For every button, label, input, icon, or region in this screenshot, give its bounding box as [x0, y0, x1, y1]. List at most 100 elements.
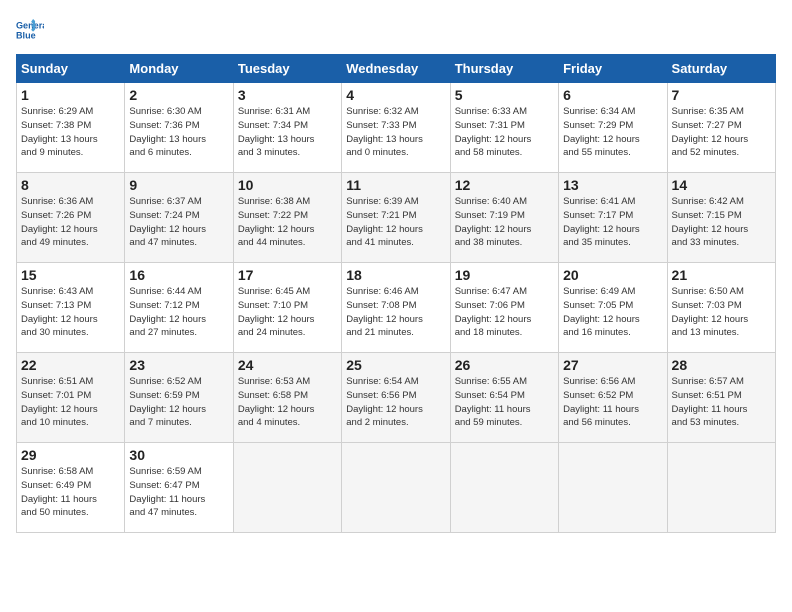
calendar-cell: 15 Sunrise: 6:43 AM Sunset: 7:13 PM Dayli…	[17, 263, 125, 353]
day-info: Sunrise: 6:39 AM Sunset: 7:21 PM Dayligh…	[346, 195, 445, 250]
day-info: Sunrise: 6:51 AM Sunset: 7:01 PM Dayligh…	[21, 375, 120, 430]
day-number: 17	[238, 267, 337, 283]
day-info: Sunrise: 6:46 AM Sunset: 7:08 PM Dayligh…	[346, 285, 445, 340]
calendar-week-5: 29 Sunrise: 6:58 AM Sunset: 6:49 PM Dayli…	[17, 443, 776, 533]
calendar-week-2: 8Sunrise: 6:36 AM Sunset: 7:26 PM Daylig…	[17, 173, 776, 263]
calendar-cell: 22Sunrise: 6:51 AM Sunset: 7:01 PM Dayli…	[17, 353, 125, 443]
calendar-cell: 19Sunrise: 6:47 AM Sunset: 7:06 PM Dayli…	[450, 263, 558, 353]
days-header-row: SundayMondayTuesdayWednesdayThursdayFrid…	[17, 55, 776, 83]
calendar-cell: 8Sunrise: 6:36 AM Sunset: 7:26 PM Daylig…	[17, 173, 125, 263]
calendar-cell	[233, 443, 341, 533]
day-info: Sunrise: 6:35 AM Sunset: 7:27 PM Dayligh…	[672, 105, 771, 160]
day-info: Sunrise: 6:37 AM Sunset: 7:24 PM Dayligh…	[129, 195, 228, 250]
calendar-cell: 11 Sunrise: 6:39 AM Sunset: 7:21 PM Dayli…	[342, 173, 450, 263]
day-info: Sunrise: 6:29 AM Sunset: 7:38 PM Dayligh…	[21, 105, 120, 160]
day-number: 8	[21, 177, 120, 193]
calendar-cell	[450, 443, 558, 533]
day-number: 25	[346, 357, 445, 373]
day-number: 30	[129, 447, 228, 463]
day-info: Sunrise: 6:43 AM Sunset: 7:13 PM Dayligh…	[21, 285, 120, 340]
day-number: 6	[563, 87, 662, 103]
day-number: 2	[129, 87, 228, 103]
calendar-cell	[559, 443, 667, 533]
day-number: 18	[346, 267, 445, 283]
calendar-cell: 6 Sunrise: 6:34 AM Sunset: 7:29 PM Daylig…	[559, 83, 667, 173]
day-number: 11	[346, 177, 445, 193]
day-info: Sunrise: 6:31 AM Sunset: 7:34 PM Dayligh…	[238, 105, 337, 160]
calendar-cell: 10Sunrise: 6:38 AM Sunset: 7:22 PM Dayli…	[233, 173, 341, 263]
day-info: Sunrise: 6:57 AM Sunset: 6:51 PM Dayligh…	[672, 375, 771, 430]
day-number: 20	[563, 267, 662, 283]
day-number: 19	[455, 267, 554, 283]
day-header-friday: Friday	[559, 55, 667, 83]
day-info: Sunrise: 6:40 AM Sunset: 7:19 PM Dayligh…	[455, 195, 554, 250]
day-header-sunday: Sunday	[17, 55, 125, 83]
calendar-week-4: 22Sunrise: 6:51 AM Sunset: 7:01 PM Dayli…	[17, 353, 776, 443]
calendar-cell: 12 Sunrise: 6:40 AM Sunset: 7:19 PM Dayli…	[450, 173, 558, 263]
day-info: Sunrise: 6:41 AM Sunset: 7:17 PM Dayligh…	[563, 195, 662, 250]
page-header: General Blue	[16, 16, 776, 44]
calendar-cell: 27 Sunrise: 6:56 AM Sunset: 6:52 PM Dayli…	[559, 353, 667, 443]
day-number: 27	[563, 357, 662, 373]
day-header-monday: Monday	[125, 55, 233, 83]
calendar-cell: 3 Sunrise: 6:31 AM Sunset: 7:34 PM Daylig…	[233, 83, 341, 173]
day-number: 26	[455, 357, 554, 373]
calendar-cell	[342, 443, 450, 533]
calendar-cell: 20 Sunrise: 6:49 AM Sunset: 7:05 PM Dayli…	[559, 263, 667, 353]
day-info: Sunrise: 6:53 AM Sunset: 6:58 PM Dayligh…	[238, 375, 337, 430]
calendar-cell: 13 Sunrise: 6:41 AM Sunset: 7:17 PM Dayli…	[559, 173, 667, 263]
day-header-tuesday: Tuesday	[233, 55, 341, 83]
day-number: 13	[563, 177, 662, 193]
calendar-table: SundayMondayTuesdayWednesdayThursdayFrid…	[16, 54, 776, 533]
day-info: Sunrise: 6:33 AM Sunset: 7:31 PM Dayligh…	[455, 105, 554, 160]
day-number: 12	[455, 177, 554, 193]
day-info: Sunrise: 6:34 AM Sunset: 7:29 PM Dayligh…	[563, 105, 662, 160]
calendar-cell: 17 Sunrise: 6:45 AM Sunset: 7:10 PM Dayli…	[233, 263, 341, 353]
calendar-cell: 7 Sunrise: 6:35 AM Sunset: 7:27 PM Daylig…	[667, 83, 775, 173]
calendar-cell: 25Sunrise: 6:54 AM Sunset: 6:56 PM Dayli…	[342, 353, 450, 443]
logo-icon: General Blue	[16, 16, 44, 44]
day-info: Sunrise: 6:32 AM Sunset: 7:33 PM Dayligh…	[346, 105, 445, 160]
calendar-cell: 14Sunrise: 6:42 AM Sunset: 7:15 PM Dayli…	[667, 173, 775, 263]
day-info: Sunrise: 6:49 AM Sunset: 7:05 PM Dayligh…	[563, 285, 662, 340]
day-info: Sunrise: 6:56 AM Sunset: 6:52 PM Dayligh…	[563, 375, 662, 430]
svg-text:Blue: Blue	[16, 30, 36, 40]
day-header-thursday: Thursday	[450, 55, 558, 83]
calendar-cell: 24 Sunrise: 6:53 AM Sunset: 6:58 PM Dayli…	[233, 353, 341, 443]
day-number: 15	[21, 267, 120, 283]
day-number: 1	[21, 87, 120, 103]
day-number: 4	[346, 87, 445, 103]
day-number: 7	[672, 87, 771, 103]
calendar-cell: 9 Sunrise: 6:37 AM Sunset: 7:24 PM Daylig…	[125, 173, 233, 263]
calendar-cell: 26 Sunrise: 6:55 AM Sunset: 6:54 PM Dayli…	[450, 353, 558, 443]
day-info: Sunrise: 6:42 AM Sunset: 7:15 PM Dayligh…	[672, 195, 771, 250]
day-info: Sunrise: 6:44 AM Sunset: 7:12 PM Dayligh…	[129, 285, 228, 340]
day-info: Sunrise: 6:30 AM Sunset: 7:36 PM Dayligh…	[129, 105, 228, 160]
day-number: 24	[238, 357, 337, 373]
day-number: 10	[238, 177, 337, 193]
day-info: Sunrise: 6:52 AM Sunset: 6:59 PM Dayligh…	[129, 375, 228, 430]
calendar-cell	[667, 443, 775, 533]
calendar-cell: 4 Sunrise: 6:32 AM Sunset: 7:33 PM Daylig…	[342, 83, 450, 173]
day-number: 28	[672, 357, 771, 373]
calendar-cell: 16Sunrise: 6:44 AM Sunset: 7:12 PM Dayli…	[125, 263, 233, 353]
calendar-cell: 30Sunrise: 6:59 AM Sunset: 6:47 PM Dayli…	[125, 443, 233, 533]
calendar-cell: 28 Sunrise: 6:57 AM Sunset: 6:51 PM Dayli…	[667, 353, 775, 443]
calendar-cell: 1 Sunrise: 6:29 AM Sunset: 7:38 PM Daylig…	[17, 83, 125, 173]
calendar-cell: 29 Sunrise: 6:58 AM Sunset: 6:49 PM Dayli…	[17, 443, 125, 533]
calendar-cell: 23Sunrise: 6:52 AM Sunset: 6:59 PM Dayli…	[125, 353, 233, 443]
calendar-cell: 5Sunrise: 6:33 AM Sunset: 7:31 PM Daylig…	[450, 83, 558, 173]
day-number: 3	[238, 87, 337, 103]
calendar-week-3: 15 Sunrise: 6:43 AM Sunset: 7:13 PM Dayli…	[17, 263, 776, 353]
day-number: 29	[21, 447, 120, 463]
day-info: Sunrise: 6:58 AM Sunset: 6:49 PM Dayligh…	[21, 465, 120, 520]
logo: General Blue	[16, 16, 48, 44]
day-info: Sunrise: 6:55 AM Sunset: 6:54 PM Dayligh…	[455, 375, 554, 430]
day-header-wednesday: Wednesday	[342, 55, 450, 83]
svg-text:General: General	[16, 21, 44, 31]
calendar-cell: 18 Sunrise: 6:46 AM Sunset: 7:08 PM Dayli…	[342, 263, 450, 353]
calendar-cell: 2 Sunrise: 6:30 AM Sunset: 7:36 PM Daylig…	[125, 83, 233, 173]
day-number: 9	[129, 177, 228, 193]
day-info: Sunrise: 6:45 AM Sunset: 7:10 PM Dayligh…	[238, 285, 337, 340]
day-header-saturday: Saturday	[667, 55, 775, 83]
